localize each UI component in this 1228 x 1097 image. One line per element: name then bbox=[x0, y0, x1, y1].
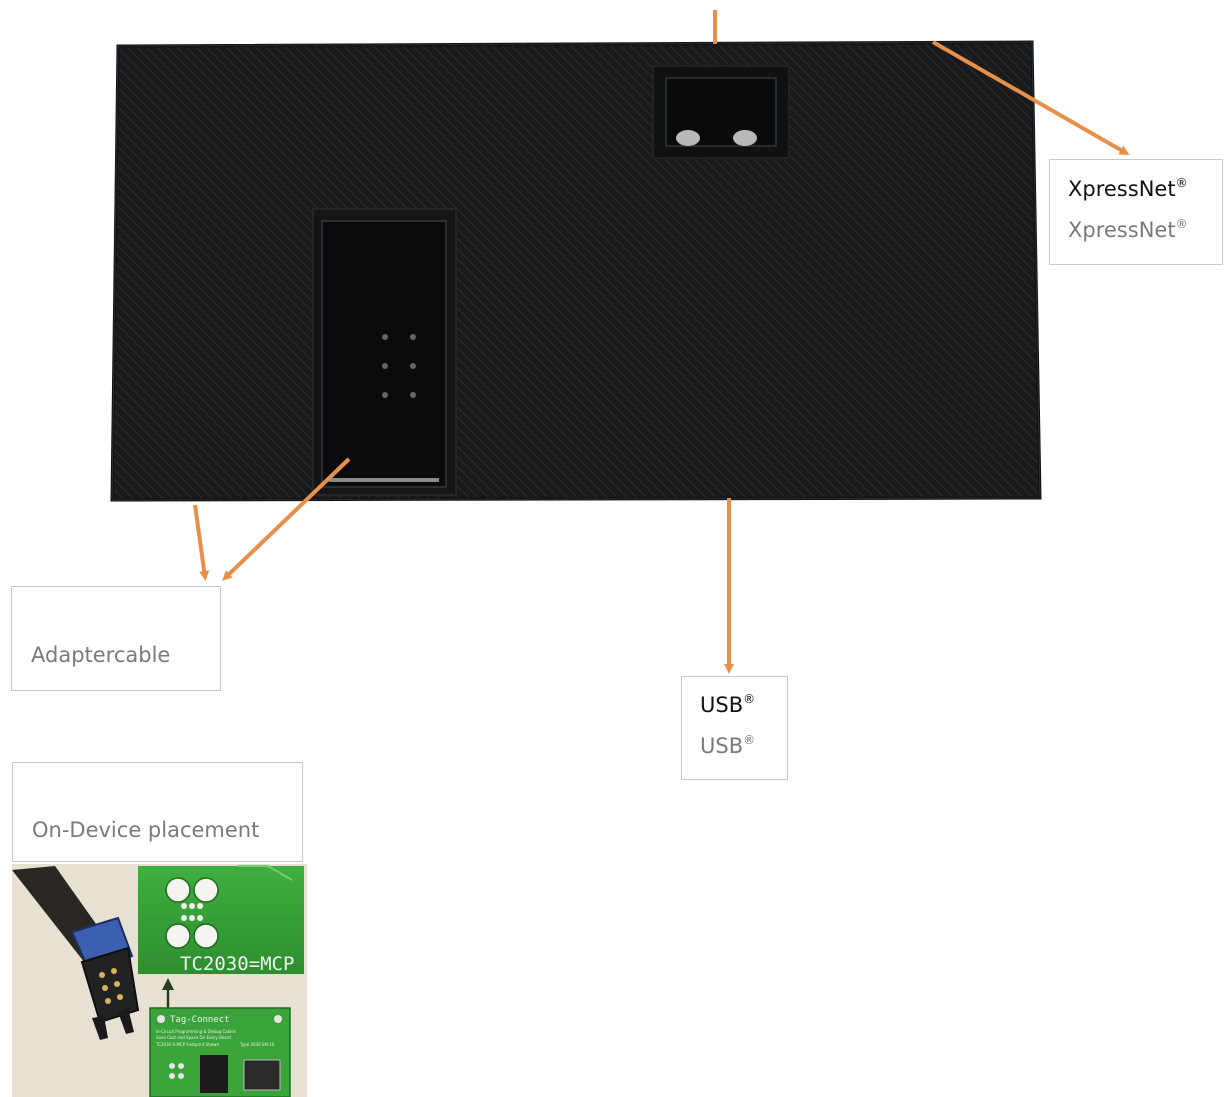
arrow-adapter-left bbox=[193, 504, 210, 581]
usb-label: USB® bbox=[700, 692, 756, 717]
xpressnet-label-secondary: XpressNet® bbox=[1068, 217, 1188, 242]
xpressnet-socket bbox=[652, 65, 790, 159]
adapter-socket bbox=[312, 208, 457, 496]
placement-label: On-Device placement bbox=[32, 818, 260, 842]
enclosure bbox=[110, 40, 1042, 502]
pcb-board-text-3: TC2030 6-MCP Footprint Shown bbox=[155, 1042, 219, 1047]
placement-label-box: On-Device placement bbox=[12, 762, 303, 862]
tag-connect-photo: TC2030=MCP Tag-Connect In-Circuit Progra… bbox=[12, 864, 307, 1097]
pcb-board-title: Tag-Connect bbox=[170, 1015, 230, 1025]
usb-label-box: USB® USB® bbox=[681, 676, 788, 780]
device-photo-scene: TC2030=MCP Tag-Connect In-Circuit Progra… bbox=[12, 10, 1130, 1097]
pcb-board-text-1: In-Circuit Programming & Debug Cables bbox=[156, 1029, 236, 1034]
pcb-board-text-2: Save Cost and Space On Every Board bbox=[156, 1035, 231, 1040]
adapter-label: Adaptercable bbox=[31, 643, 171, 667]
xpressnet-label-box: XpressNet® XpressNet® bbox=[1049, 159, 1223, 265]
usb-label-secondary: USB® bbox=[700, 733, 756, 758]
xpressnet-label: XpressNet® bbox=[1068, 176, 1188, 201]
pcb-footprint-label: TC2030=MCP bbox=[180, 953, 294, 975]
adapter-label-box: Adaptercable bbox=[11, 586, 221, 691]
pcb-board-text-4: Type 2030 SM-10 bbox=[239, 1042, 275, 1047]
